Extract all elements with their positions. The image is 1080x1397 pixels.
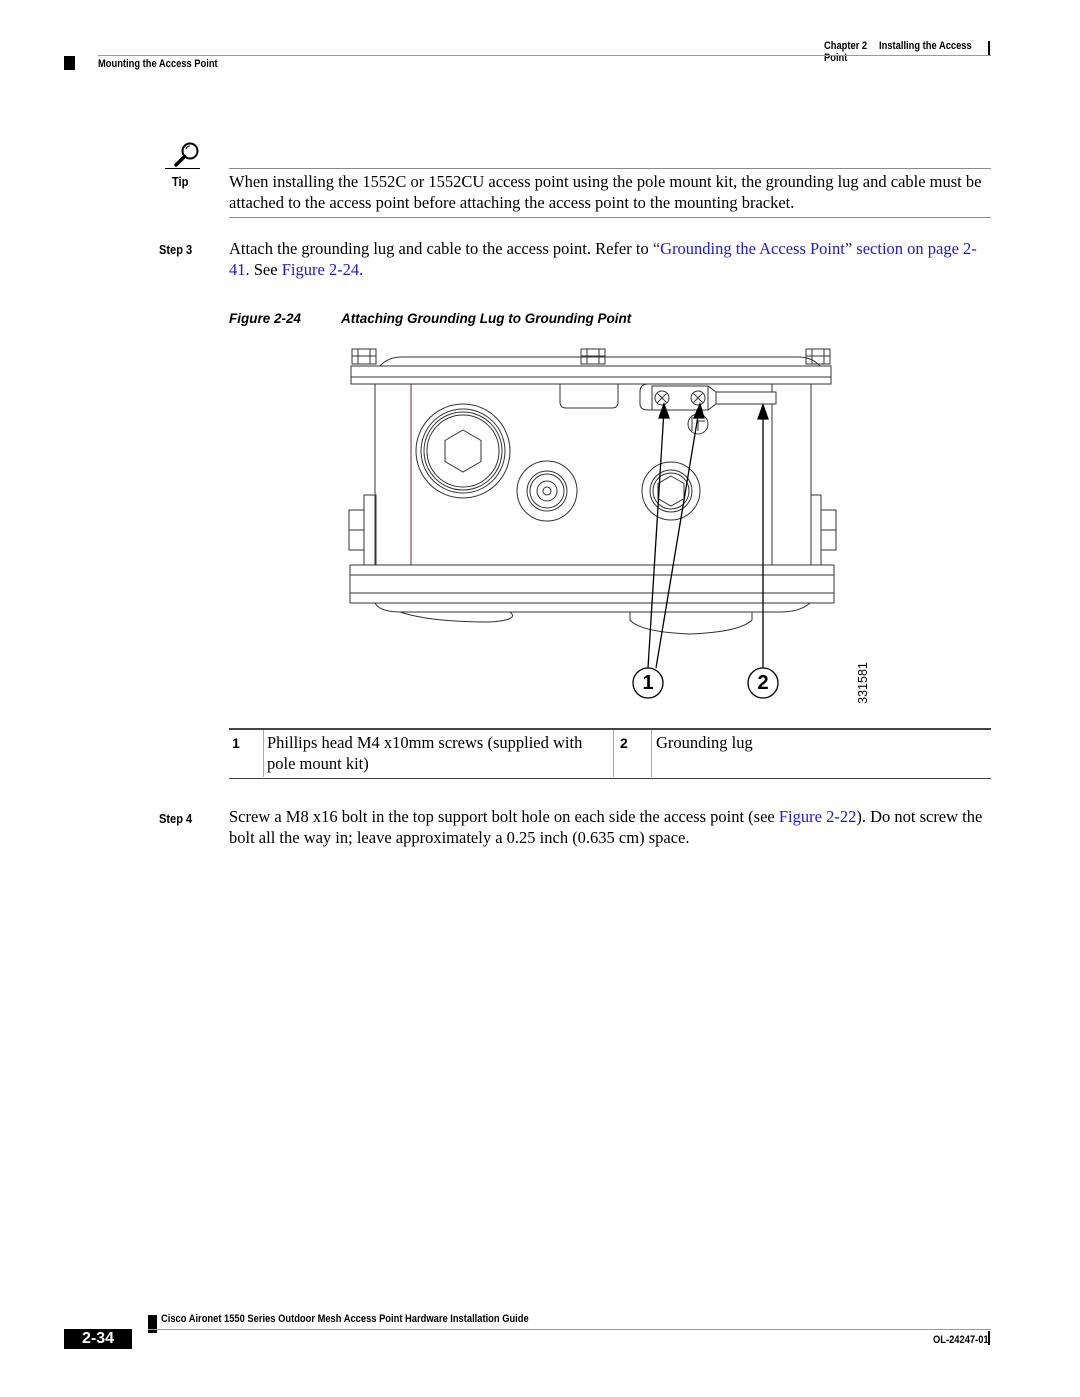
tip-bottom-rule (229, 217, 991, 218)
step-3-label: Step 3 (159, 242, 193, 257)
art-id: 331581 (856, 662, 870, 704)
step-3-text-part: . (359, 260, 364, 279)
callout-1-number: 1 (642, 672, 654, 694)
chapter-number: Chapter 2 (824, 40, 868, 52)
tip-text: When installing the 1552C or 1552CU acce… (229, 172, 982, 212)
tip-label: Tip (172, 174, 189, 189)
page-number: 2-34 (81, 1330, 115, 1347)
callout-table: 1 Phillips head M4 x10mm screws (supplie… (229, 730, 991, 777)
step-3-text-part: Attach the grounding lug and cable to th… (229, 239, 653, 258)
header-bar-mark (988, 41, 990, 55)
top-nut-right (805, 348, 831, 365)
access-point-illustration (348, 348, 837, 699)
footer-rule (148, 1329, 991, 1330)
figure-caption: Figure 2-24 Attaching Grounding Lug to Gr… (229, 311, 631, 326)
guide-title: Cisco Aironet 1550 Series Outdoor Mesh A… (161, 1313, 529, 1325)
step-4-text-part: Screw a M8 x16 bolt in the top support b… (229, 807, 779, 826)
callout-number: 2 (620, 735, 628, 751)
doc-id: OL-24247-01 (933, 1334, 989, 1346)
footer-bar-mark (988, 1331, 990, 1345)
callout-2-number: 2 (757, 672, 769, 694)
figure-number: Figure 2-24 (229, 311, 302, 326)
section-title: Mounting the Access Point (98, 58, 218, 70)
callout-description: Grounding lug (651, 730, 991, 777)
callout-description: Phillips head M4 x10mm screws (supplied … (263, 730, 614, 777)
header-rule (98, 55, 991, 56)
figure-2-22-link[interactable]: Figure 2-22 (779, 807, 856, 826)
step-4-text: Screw a M8 x16 bolt in the top support b… (229, 806, 993, 848)
table-bottom-rule (229, 778, 991, 779)
step-4-label: Step 4 (159, 811, 193, 826)
header-block-mark (64, 56, 75, 70)
callout-number: 1 (232, 735, 240, 751)
figure-2-24-link[interactable]: Figure 2-24 (282, 260, 359, 279)
figure-title: Attaching Grounding Lug to Grounding Poi… (341, 311, 632, 326)
footer-block-mark (148, 1315, 157, 1333)
chapter-label: Chapter 2 Installing the Access Point (824, 40, 994, 64)
tip-icon-rule (165, 168, 200, 169)
step-3-text-part: . See (245, 260, 282, 279)
top-nut-left (351, 348, 377, 365)
table-row: 1 Phillips head M4 x10mm screws (supplie… (229, 730, 991, 777)
step-3-text: Attach the grounding lug and cable to th… (229, 238, 993, 280)
tip-top-rule (229, 168, 991, 169)
